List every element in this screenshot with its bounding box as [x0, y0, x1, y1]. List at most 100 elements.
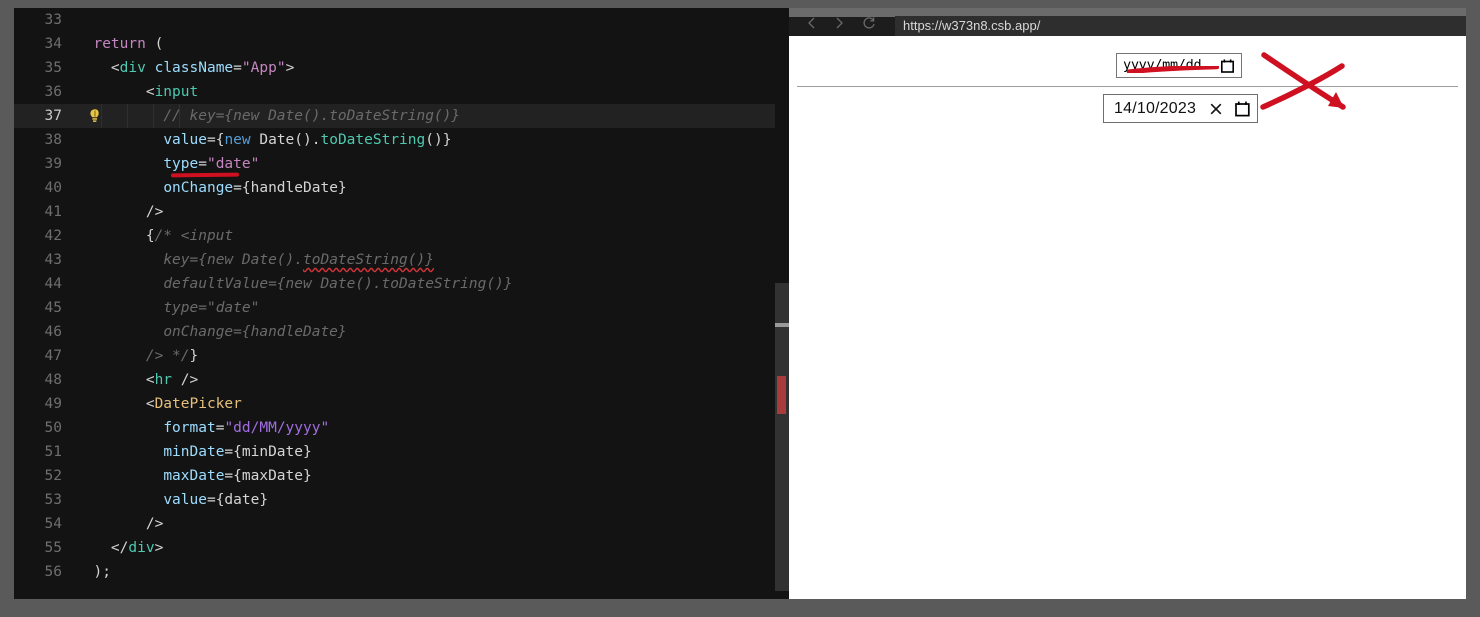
- code-line[interactable]: 51 minDate={minDate}: [14, 440, 789, 464]
- line-number: 42: [44, 228, 62, 244]
- code-token: key={new Date().: [163, 252, 303, 268]
- line-number: 48: [44, 372, 62, 388]
- code-token: >: [285, 60, 295, 76]
- code-text: <hr />: [76, 368, 198, 392]
- chevron-right-icon[interactable]: [831, 15, 847, 31]
- code-token: Date().: [250, 132, 321, 148]
- code-text: );: [76, 560, 110, 584]
- code-line[interactable]: 41 />: [14, 200, 789, 224]
- code-token: ={minDate}: [224, 444, 312, 460]
- code-token: defaultValue={new Date().toDateString()}: [163, 276, 513, 292]
- code-token: <: [76, 84, 155, 100]
- code-token: <: [76, 60, 120, 76]
- browser-toolbar: https://w373n8.csb.app/: [789, 8, 1466, 36]
- code-token: =: [233, 180, 242, 196]
- code-line[interactable]: 54 />: [14, 512, 789, 536]
- code-text: format="dd/MM/yyyy": [76, 416, 329, 440]
- chevron-left-icon[interactable]: [804, 15, 820, 31]
- code-token: onChange: [163, 180, 234, 196]
- code-token: "App": [241, 60, 286, 76]
- line-number: 33: [44, 12, 62, 28]
- code-text: return (: [76, 32, 163, 56]
- code-token: format: [163, 420, 216, 436]
- code-token: {handleDate}: [241, 180, 347, 196]
- line-number: 44: [44, 276, 62, 292]
- custom-date-picker-value: 14/10/2023: [1114, 100, 1197, 117]
- code-token: type="date": [163, 300, 260, 316]
- line-number: 52: [44, 468, 62, 484]
- code-text: // key={new Date().toDateString()}: [76, 104, 460, 128]
- code-token: /> */: [145, 348, 190, 364]
- code-token: onChange={handleDate}: [163, 324, 347, 340]
- native-date-input[interactable]: yyyy/mm/dd: [1116, 53, 1242, 78]
- code-line[interactable]: 33: [14, 8, 789, 32]
- url-bar[interactable]: https://w373n8.csb.app/: [895, 16, 1466, 36]
- line-number: 41: [44, 204, 62, 220]
- code-line[interactable]: 46 onChange={handleDate}: [14, 320, 789, 344]
- close-icon[interactable]: [1208, 101, 1224, 117]
- native-date-month-segment[interactable]: mm: [1162, 57, 1178, 73]
- code-line[interactable]: 39 type="date": [14, 152, 789, 176]
- code-line[interactable]: 34 return (: [14, 32, 789, 56]
- code-token: toDateString: [320, 132, 426, 148]
- code-line[interactable]: 55 </div>: [14, 536, 789, 560]
- line-number: 51: [44, 444, 62, 460]
- code-line[interactable]: 37 // key={new Date().toDateString()}: [14, 104, 789, 128]
- native-date-year-segment[interactable]: yyyy: [1123, 57, 1155, 73]
- code-line[interactable]: 44 defaultValue={new Date().toDateString…: [14, 272, 789, 296]
- code-text: </div>: [76, 536, 163, 560]
- browser-preview: https://w373n8.csb.app/ yyyy/mm/dd 14/10…: [789, 8, 1466, 599]
- code-line[interactable]: 49 <DatePicker: [14, 392, 789, 416]
- code-token: minDate: [163, 444, 225, 460]
- calendar-icon[interactable]: [1235, 101, 1250, 117]
- editor-scrollbar[interactable]: [775, 8, 789, 599]
- page-content: yyyy/mm/dd 14/10/2023: [789, 36, 1466, 599]
- code-token: hr: [154, 372, 173, 388]
- native-date-sep-2: /: [1177, 57, 1186, 73]
- code-text: minDate={minDate}: [76, 440, 312, 464]
- code-line[interactable]: 52 maxDate={maxDate}: [14, 464, 789, 488]
- code-line[interactable]: 53 value={date}: [14, 488, 789, 512]
- code-line[interactable]: 48 <hr />: [14, 368, 789, 392]
- code-line[interactable]: 42 {/* <input: [14, 224, 789, 248]
- code-line-list: 33 34 return (35 <div className="App"> 36 …: [14, 8, 789, 584]
- code-line[interactable]: 43 key={new Date().toDateString()}: [14, 248, 789, 272]
- line-number: 36: [44, 84, 62, 100]
- code-text: />: [76, 512, 163, 536]
- code-token: className: [154, 60, 234, 76]
- code-token: =: [233, 60, 242, 76]
- line-number: 49: [44, 396, 62, 412]
- code-token: =: [198, 156, 207, 172]
- code-editor[interactable]: 33 34 return (35 <div className="App"> 36 …: [14, 8, 789, 599]
- native-date-day-segment[interactable]: dd: [1186, 57, 1202, 73]
- code-line[interactable]: 45 type="date": [14, 296, 789, 320]
- line-number: 43: [44, 252, 62, 268]
- code-line[interactable]: 35 <div className="App">: [14, 56, 789, 80]
- line-number: 56: [44, 564, 62, 580]
- editor-scrollbar-thumb[interactable]: [775, 283, 789, 591]
- code-token: />: [76, 516, 164, 532]
- reload-icon[interactable]: [861, 15, 877, 31]
- code-line[interactable]: 50 format="dd/MM/yyyy": [14, 416, 789, 440]
- code-line[interactable]: 38 value={new Date().toDateString()}: [14, 128, 789, 152]
- code-line[interactable]: 40 onChange={handleDate}: [14, 176, 789, 200]
- code-token: ()}: [425, 132, 452, 148]
- calendar-icon[interactable]: [1221, 59, 1234, 73]
- line-number: 34: [44, 36, 62, 52]
- code-line[interactable]: 56 );: [14, 560, 789, 584]
- custom-date-picker[interactable]: 14/10/2023: [1103, 94, 1258, 123]
- code-line[interactable]: 36 <input: [14, 80, 789, 104]
- code-token: value: [163, 492, 207, 508]
- code-line[interactable]: 47 /> */}: [14, 344, 789, 368]
- overview-ruler-mark-error: [777, 376, 786, 414]
- code-text: {/* <input: [76, 224, 233, 248]
- code-token: toDateString()}: [303, 252, 434, 268]
